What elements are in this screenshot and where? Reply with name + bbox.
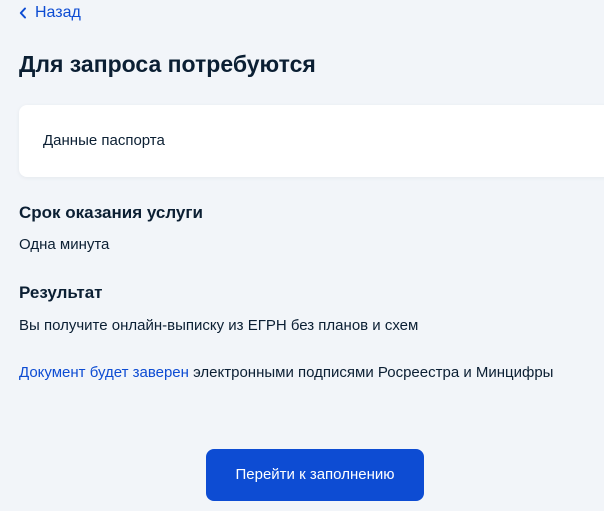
signature-note-text: электронными подписями Росреестра и Минц…: [188, 364, 554, 381]
duration-heading: Срок оказания услуги: [19, 203, 203, 222]
requirement-item-passport: Данные паспорта: [43, 132, 165, 149]
back-link-label: Назад: [35, 4, 81, 21]
chevron-left-icon: [19, 7, 27, 19]
result-heading: Результат: [19, 283, 103, 302]
signature-info-link[interactable]: Документ будет заверен: [19, 364, 189, 381]
requirements-card: Данные паспорта: [19, 105, 604, 177]
result-value: Вы получите онлайн-выписку из ЕГРН без п…: [19, 317, 419, 334]
start-filling-button[interactable]: Перейти к заполнению: [206, 449, 424, 501]
duration-value: Одна минута: [19, 236, 110, 253]
signature-note: Документ будет заверен электронными подп…: [19, 364, 553, 382]
back-link[interactable]: Назад: [19, 4, 81, 22]
page-title: Для запроса потребуются: [19, 51, 316, 77]
